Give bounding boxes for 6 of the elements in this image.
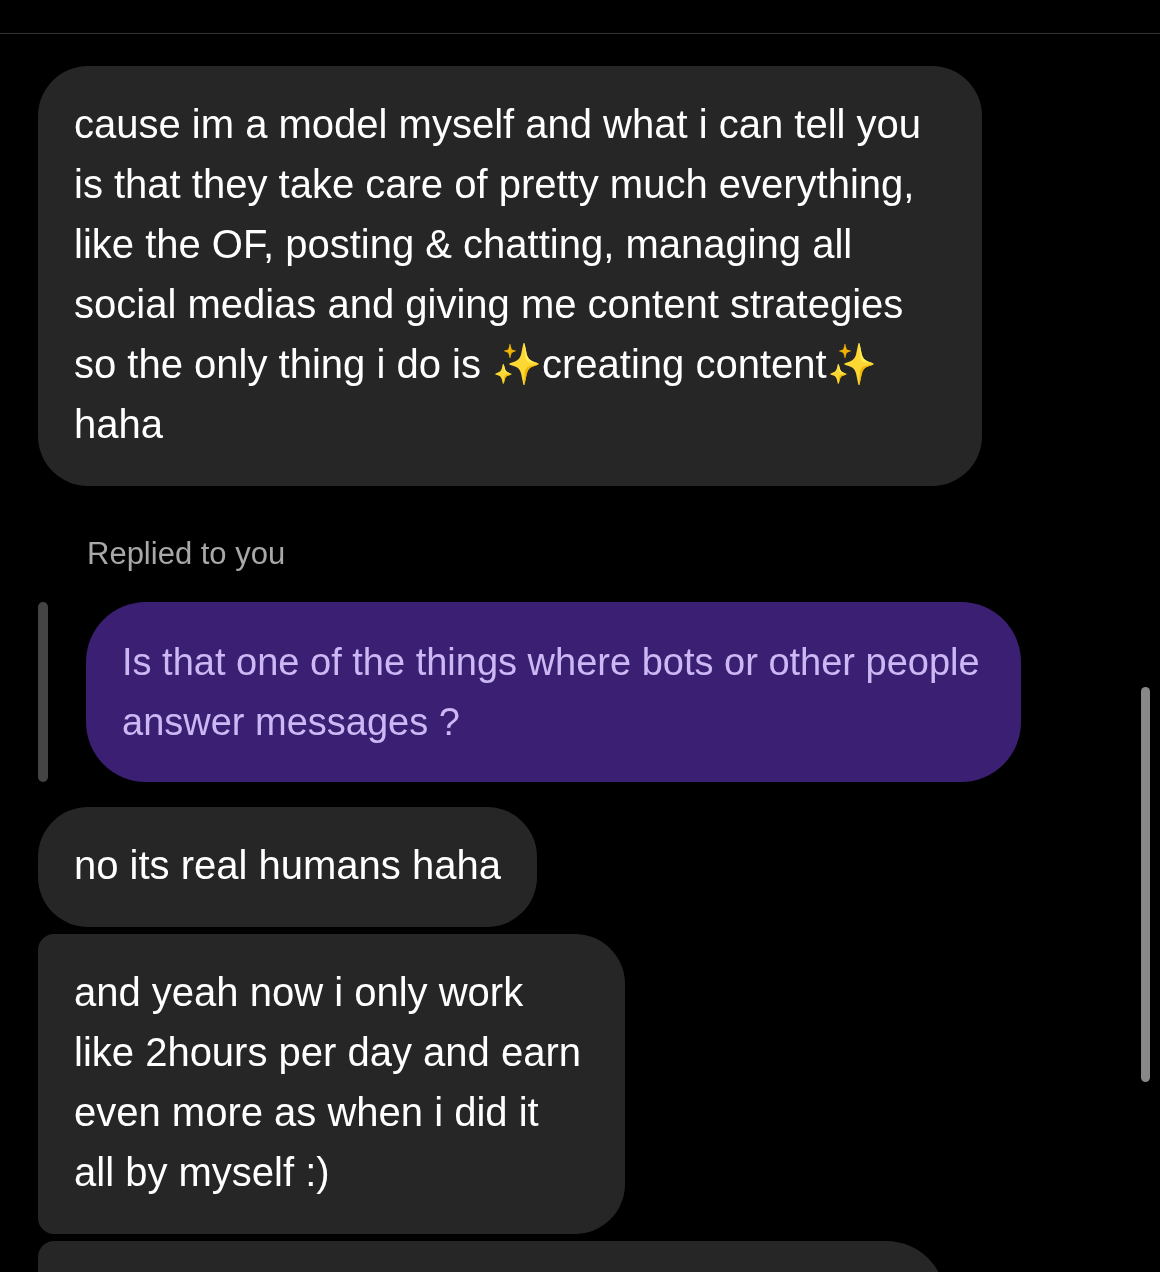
- message-bubble: and yeah now i only work like 2hours per day and earn even more as when i did it all by myself :): [38, 934, 625, 1234]
- reply-label: Replied to you: [87, 536, 286, 572]
- message-bubble: Is that one of the things where bots or other people answer messages ?: [86, 602, 1021, 782]
- scrollbar[interactable]: [1141, 687, 1150, 1082]
- message-bubble: no its real humans haha: [38, 807, 537, 927]
- message-bubble: cause im a model myself and what i can tell you is that they take care of pretty much everything, like the OF, posting & chatting, managing all social medias and giving me content strategies so the only thing i do is ✨creating content✨ haha: [38, 66, 982, 486]
